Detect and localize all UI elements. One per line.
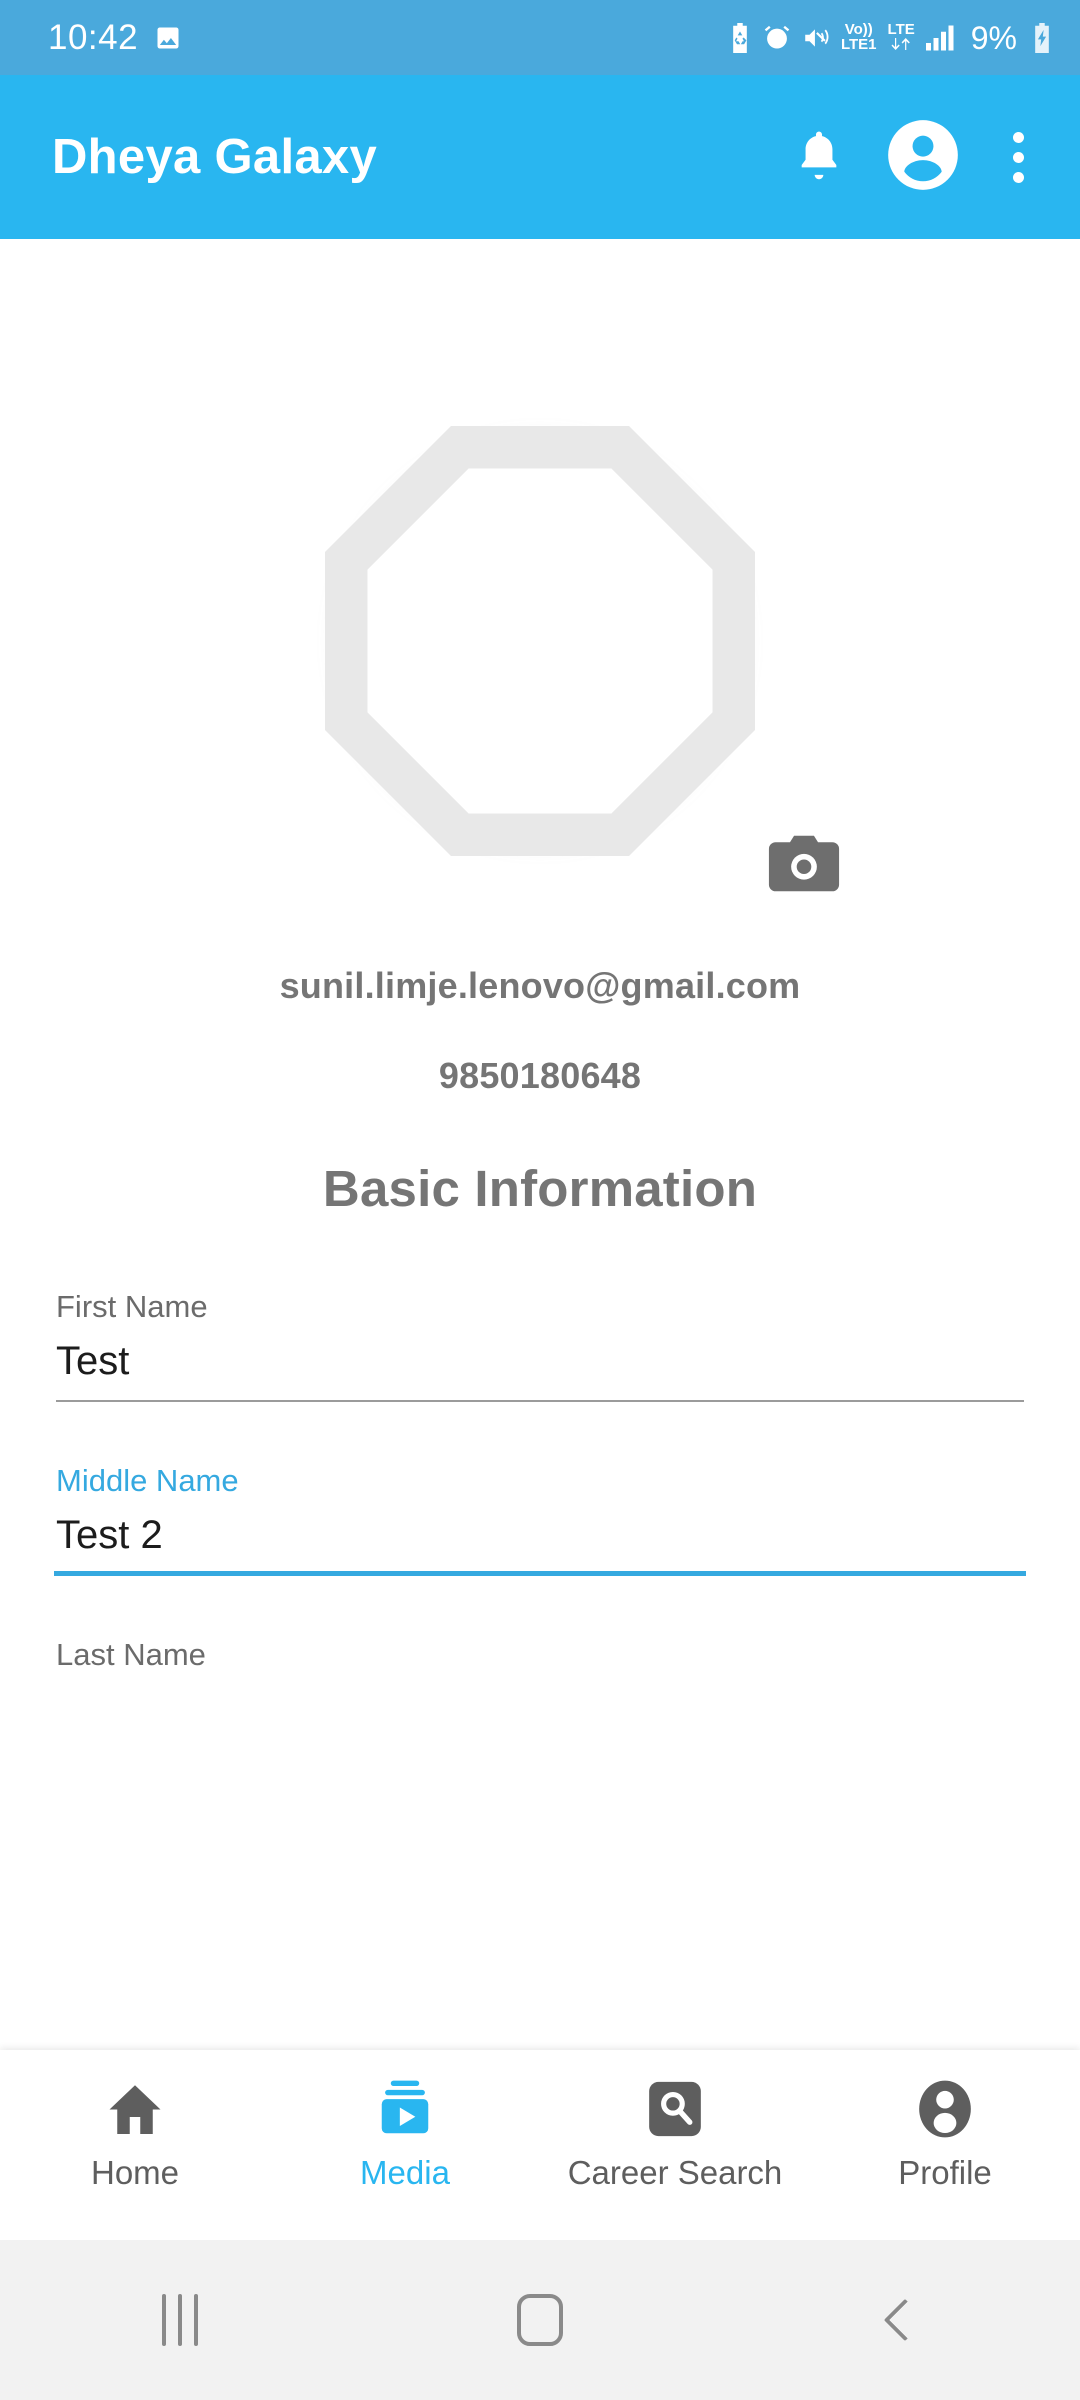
back-button[interactable] bbox=[800, 2240, 1000, 2400]
recents-icon bbox=[162, 2294, 198, 2346]
back-chevron-icon bbox=[883, 2298, 927, 2342]
basic-information-form: First Name Test Middle Name Test 2 Last … bbox=[0, 1289, 1080, 1750]
volte-icon: Vo)) LTE1 bbox=[840, 21, 877, 53]
lte-data-icon: LTE bbox=[888, 22, 915, 52]
camera-icon bbox=[766, 835, 842, 899]
status-bar: 10:42 Vo)) LTE1 LTE 9% bbox=[0, 0, 1080, 75]
image-icon bbox=[154, 24, 182, 52]
profile-phone: 9850180648 bbox=[438, 1055, 642, 1096]
recents-button[interactable] bbox=[80, 2240, 280, 2400]
more-vert-icon bbox=[1012, 131, 1024, 143]
profile-content: sunil.limje.lenovo@gmail.com 9850180648 … bbox=[0, 239, 1080, 2050]
field-first-name[interactable]: First Name Test bbox=[56, 1289, 1024, 1403]
nav-item-home[interactable]: Home bbox=[15, 2076, 255, 2189]
alarm-icon bbox=[763, 24, 791, 52]
bell-icon bbox=[793, 126, 845, 189]
battery-saver-icon bbox=[728, 22, 752, 53]
video-library-icon bbox=[374, 2076, 436, 2142]
page-title: Dheya Galaxy bbox=[52, 130, 378, 184]
profile-email: sunil.limje.lenovo@gmail.com bbox=[279, 965, 801, 1006]
phone-screen: 10:42 Vo)) LTE1 LTE 9% Dheya Galaxy suni… bbox=[0, 0, 1080, 2400]
nav-item-media[interactable]: Media bbox=[285, 2076, 525, 2189]
vibrate-mute-icon bbox=[802, 25, 830, 51]
field-last-name[interactable]: Last Name bbox=[56, 1638, 1024, 1750]
search-box-icon bbox=[646, 2076, 704, 2142]
battery-charging-icon bbox=[1030, 22, 1054, 53]
nav-label-career-search: Career Search bbox=[567, 2154, 783, 2191]
home-icon bbox=[104, 2076, 166, 2142]
account-button[interactable] bbox=[884, 118, 962, 196]
nav-label-profile: Profile bbox=[898, 2154, 992, 2191]
field-underline-middle-name bbox=[54, 1571, 1026, 1577]
overflow-menu-button[interactable] bbox=[988, 118, 1048, 196]
app-bar: Dheya Galaxy bbox=[0, 75, 1080, 239]
status-bar-clock: 10:42 bbox=[48, 18, 139, 57]
avatar[interactable] bbox=[260, 361, 840, 921]
nav-label-media: Media bbox=[360, 2154, 450, 2191]
middle-name-input[interactable]: Test 2 bbox=[56, 1512, 1024, 1558]
notifications-button[interactable] bbox=[780, 118, 858, 196]
field-label-middle-name: Middle Name bbox=[56, 1463, 239, 1499]
nav-item-career-search[interactable]: Career Search bbox=[555, 2076, 795, 2189]
field-label-last-name: Last Name bbox=[56, 1637, 206, 1673]
last-name-input[interactable] bbox=[56, 1686, 1024, 1732]
field-middle-name[interactable]: Middle Name Test 2 bbox=[54, 1463, 1026, 1577]
first-name-input[interactable]: Test bbox=[56, 1338, 1024, 1384]
field-label-first-name: First Name bbox=[56, 1289, 208, 1324]
change-photo-button[interactable] bbox=[766, 835, 842, 895]
account-circle-icon bbox=[885, 117, 961, 198]
section-heading: Basic Information bbox=[322, 1160, 758, 1217]
home-button[interactable] bbox=[440, 2240, 640, 2400]
field-underline-first-name bbox=[56, 1400, 1024, 1403]
system-navigation-bar bbox=[0, 2240, 1080, 2400]
battery-percent-label: 9% bbox=[970, 19, 1017, 56]
nav-label-home: Home bbox=[90, 2154, 180, 2191]
octagon-avatar-inner bbox=[367, 468, 713, 814]
status-bar-left: 10:42 bbox=[48, 20, 182, 55]
bottom-navigation: Home Media Career Search Profile bbox=[0, 2050, 1080, 2240]
home-square-icon bbox=[517, 2294, 563, 2346]
status-bar-right: Vo)) LTE1 LTE 9% bbox=[728, 22, 1054, 54]
nav-item-profile[interactable]: Profile bbox=[825, 2076, 1065, 2189]
signal-bars-icon bbox=[925, 25, 956, 51]
account-icon bbox=[915, 2076, 975, 2142]
app-bar-actions bbox=[780, 118, 1048, 196]
